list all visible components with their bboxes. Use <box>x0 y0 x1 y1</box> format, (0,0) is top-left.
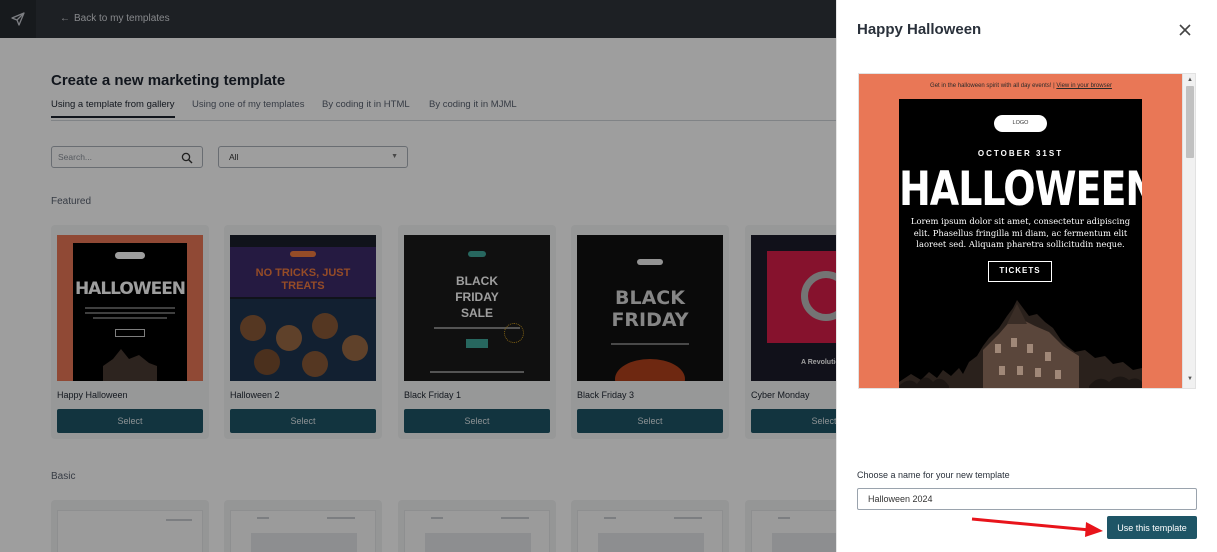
template-name-label: Choose a name for your new template <box>857 470 1010 480</box>
tickets-button: TICKETS <box>988 261 1052 282</box>
scroll-down-icon[interactable]: ▼ <box>1187 376 1193 382</box>
panel-title: Happy Halloween <box>857 21 982 38</box>
event-date: OCTOBER 31ST <box>977 149 1064 158</box>
template-preview-panel: Happy Halloween Get in the halloween spi… <box>836 0 1217 552</box>
email-headline: HALLOWEEN <box>899 161 1142 216</box>
modal-backdrop[interactable] <box>0 0 836 552</box>
haunted-house-illustration <box>899 300 1142 388</box>
use-this-template-button[interactable]: Use this template <box>1107 516 1197 539</box>
close-icon[interactable] <box>1175 20 1195 40</box>
scrollbar-thumb[interactable] <box>1186 86 1194 158</box>
scroll-up-icon[interactable]: ▲ <box>1187 77 1193 83</box>
logo-placeholder: LOGO <box>994 115 1047 132</box>
preview-scrollbar[interactable]: ▲ ▼ <box>1182 74 1195 388</box>
email-preview: Get in the halloween spirit with all day… <box>858 73 1196 389</box>
email-body-text: Lorem ipsum dolor sit amet, consectetur … <box>910 216 1131 249</box>
preheader-text: Get in the halloween spirit with all day… <box>930 83 1052 89</box>
view-in-browser-link[interactable]: View in your browser <box>1056 83 1112 89</box>
template-name-input[interactable] <box>857 488 1197 510</box>
preview-preheader: Get in the halloween spirit with all day… <box>930 83 1112 89</box>
email-body: LOGO OCTOBER 31ST HALLOWEEN Lorem ipsum … <box>899 99 1142 388</box>
